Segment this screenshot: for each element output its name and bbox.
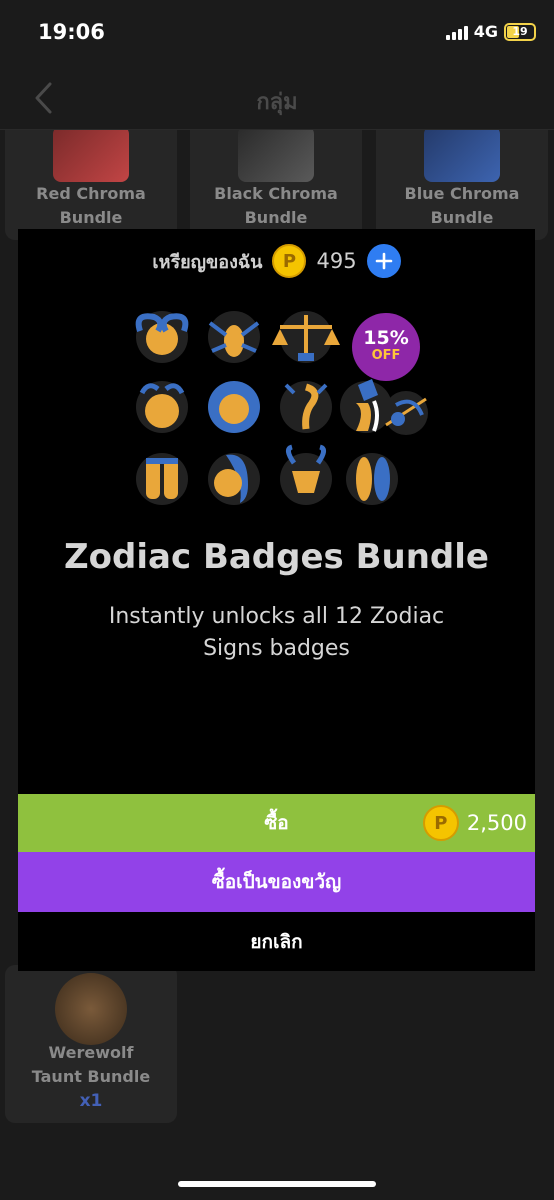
- wallet-label: เหรียญของฉัน: [152, 251, 263, 273]
- zodiac-gemini-icon: [136, 453, 188, 505]
- zodiac-cancer-icon: [208, 311, 260, 363]
- bundle-thumbnail: [53, 130, 129, 182]
- bundle-name-line2: Taunt Bundle: [31, 1067, 151, 1086]
- cancel-button[interactable]: ยกเลิก: [18, 912, 535, 971]
- zodiac-taurus-icon: [136, 381, 188, 433]
- purchase-dialog: เหรียญของฉัน P 495 15% OFF Zodiac Badges…: [18, 229, 535, 971]
- buy-button[interactable]: ซื้อ P 2,500: [18, 794, 535, 852]
- zodiac-virgo-icon: [208, 453, 260, 505]
- coin-icon: P: [272, 244, 307, 278]
- buy-price-value: 2,500: [466, 811, 527, 835]
- zodiac-leo-icon: [208, 381, 260, 433]
- discount-label: OFF: [371, 348, 401, 363]
- zodiac-capricorn-icon: [280, 444, 332, 505]
- bundle-name-line2: Bundle: [244, 208, 308, 227]
- bundle-quantity: x1: [79, 1091, 103, 1111]
- cancel-label: ยกเลิก: [250, 930, 303, 953]
- nav-bar: กลุ่ม: [0, 66, 554, 130]
- zodiac-libra-icon: [272, 311, 340, 363]
- status-indicators: 4G 19: [445, 22, 536, 41]
- bundle-name: Red Chroma: [36, 184, 146, 203]
- status-time: 19:06: [38, 20, 105, 44]
- zodiac-aquarius-icon: [340, 379, 392, 433]
- bundle-card-werewolf-taunt[interactable]: Werewolf Taunt Bundle x1: [5, 965, 177, 1123]
- zodiac-sagittarius-icon: [384, 391, 428, 435]
- signal-icon: [445, 24, 468, 40]
- bundle-card-blue-chroma[interactable]: Blue Chroma Bundle: [376, 130, 548, 240]
- bundle-thumbnail: [238, 130, 314, 182]
- bundle-thumbnail: [424, 130, 500, 182]
- home-indicator[interactable]: [178, 1181, 376, 1187]
- add-coins-button[interactable]: [366, 244, 401, 278]
- zodiac-pisces-icon: [346, 453, 398, 505]
- bundle-name: Black Chroma: [214, 184, 338, 203]
- bundle-card-red-chroma[interactable]: Red Chroma Bundle: [5, 130, 177, 240]
- discount-percent: 15%: [363, 327, 409, 349]
- discount-badge: 15% OFF: [352, 313, 420, 381]
- buy-as-gift-button[interactable]: ซื้อเป็นของขวัญ: [18, 852, 535, 912]
- wallet-balance: เหรียญของฉัน P 495: [18, 243, 535, 279]
- bundle-name-line2: Bundle: [430, 208, 494, 227]
- bundle-card-black-chroma[interactable]: Black Chroma Bundle: [190, 130, 362, 240]
- wallet-value: 495: [316, 249, 357, 273]
- coin-icon: P: [422, 805, 459, 841]
- battery-level: 19: [512, 25, 528, 38]
- zodiac-scorpio-icon: [280, 381, 332, 433]
- bundle-name: Blue Chroma: [404, 184, 520, 203]
- gift-label: ซื้อเป็นของขวัญ: [211, 871, 342, 893]
- bundle-thumbnail: [55, 973, 127, 1045]
- product-description: Instantly unlocks all 12 Zodiac Signs ba…: [108, 604, 445, 661]
- network-type: 4G: [473, 22, 498, 41]
- battery-icon: 19: [504, 22, 536, 41]
- plus-icon: [375, 252, 392, 270]
- status-bar: 19:06 4G 19: [0, 0, 554, 66]
- page-title: กลุ่ม: [256, 90, 298, 115]
- product-title: Zodiac Badges Bundle: [64, 537, 489, 577]
- buy-price: P 2,500: [422, 805, 527, 841]
- buy-label: ซื้อ: [264, 812, 289, 834]
- zodiac-aries-icon: [135, 311, 189, 363]
- bundle-name: Werewolf: [48, 1043, 134, 1062]
- bundle-name-line2: Bundle: [59, 208, 123, 227]
